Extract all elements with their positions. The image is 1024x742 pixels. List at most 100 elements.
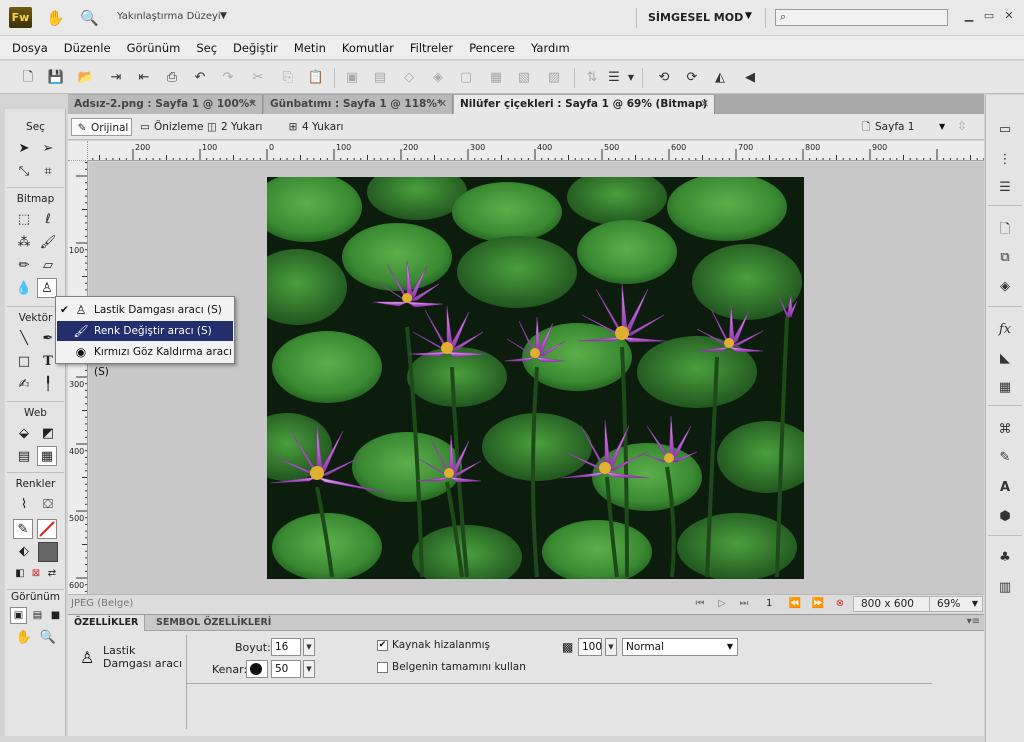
close-icon[interactable]: ✕ <box>248 95 257 114</box>
hide-slices-icon[interactable]: ▤ <box>14 447 34 467</box>
last-frame-icon[interactable]: ⏭ <box>737 598 751 609</box>
eyedropper-tool-icon[interactable]: ⌇ <box>14 495 34 515</box>
view-original-button[interactable]: ✎ Orijinal <box>71 118 133 136</box>
brush-tool-icon[interactable]: 🖌 <box>38 233 58 253</box>
hand-tool-icon[interactable]: ✋ <box>14 628 34 648</box>
pointer-tool-icon[interactable]: ➤ <box>14 139 34 159</box>
page-selector[interactable]: 🗋 Sayfa 1 <box>856 118 917 136</box>
history-panel-icon[interactable]: ⋮ <box>995 150 1015 170</box>
menu-metin[interactable]: Metin <box>286 36 334 60</box>
symbols-panel-icon[interactable]: ♣ <box>995 548 1015 568</box>
align-icon[interactable]: ☰ <box>605 69 623 87</box>
close-icon[interactable]: ✕ <box>438 95 447 114</box>
view-preview-button[interactable]: ▭ Önizleme <box>135 118 206 136</box>
pencil-tool-icon[interactable]: ✏ <box>14 256 34 276</box>
scale-tool-icon[interactable]: ⤡ <box>14 162 34 182</box>
line-tool-icon[interactable]: ╲ <box>14 329 34 349</box>
rectangle-tool-icon[interactable]: □ <box>14 352 34 372</box>
maximize-icon[interactable]: ▭ <box>982 9 996 23</box>
next-frame-icon[interactable]: ⏩ <box>811 598 825 609</box>
search-input[interactable]: ⌕ <box>775 9 948 26</box>
chevron-down-icon[interactable]: ▼ <box>745 11 752 21</box>
magic-wand-tool-icon[interactable]: ⁂ <box>14 233 34 253</box>
union-icon[interactable]: ▢ <box>457 69 475 87</box>
first-frame-icon[interactable]: ⏮ <box>693 598 707 609</box>
view-2up-button[interactable]: ◫ 2 Yukarı <box>202 118 265 136</box>
pages-panel-icon[interactable]: 🗋 <box>995 220 1015 240</box>
chevron-down-icon[interactable]: ▼ <box>939 122 945 131</box>
cut-icon[interactable]: ✂ <box>249 69 267 87</box>
flip-vertical-icon[interactable]: ◀ <box>741 69 759 87</box>
show-slices-icon[interactable]: ▦ <box>37 446 57 466</box>
redo-icon[interactable]: ↷ <box>219 69 237 87</box>
shapes-panel-icon[interactable]: ◣ <box>995 349 1015 369</box>
paste-icon[interactable]: 📋 <box>307 69 325 87</box>
play-icon[interactable]: ▷ <box>715 598 729 609</box>
join-icon[interactable]: ◇ <box>400 69 418 87</box>
hand-icon[interactable]: ✋ <box>46 9 65 27</box>
copy-icon[interactable]: ⎘ <box>279 69 297 87</box>
subselect-tool-icon[interactable]: ➢ <box>38 139 58 159</box>
export-icon[interactable]: ⇤ <box>135 69 153 87</box>
menu-gorunum[interactable]: Görünüm <box>119 36 189 60</box>
new-document-icon[interactable]: 🗋 <box>19 69 37 87</box>
slice-tool-icon[interactable]: ◩ <box>38 424 58 444</box>
rubber-stamp-tool-icon[interactable]: ♙ <box>37 278 57 298</box>
panel-menu-icon[interactable]: ▾≡ <box>967 616 980 627</box>
knife-tool-icon[interactable]: ╿ <box>38 375 58 395</box>
menu-sec[interactable]: Seç <box>188 36 225 60</box>
swap-colors-icon[interactable]: ⇄ <box>42 564 62 584</box>
tab-adsiz-2[interactable]: Adsız-2.png : Sayfa 1 @ 100%* ✕ <box>68 95 263 114</box>
fill-color-swatch[interactable] <box>37 519 57 539</box>
menu-degistir[interactable]: Değiştir <box>225 36 286 60</box>
tab-nilufer-cicekleri[interactable]: Nilüfer çiçekleri : Sayfa 1 @ 69% (Bitma… <box>454 95 715 114</box>
page-nav-icon[interactable]: ⇳ <box>957 119 967 133</box>
canvas-size-display[interactable]: 800 x 600 <box>853 596 930 612</box>
prev-frame-icon[interactable]: ⏪ <box>788 598 802 609</box>
align-source-checkbox[interactable]: ✔ <box>377 640 388 651</box>
menu-dosya[interactable]: Dosya <box>4 36 56 60</box>
arrange-icon[interactable]: ⇅ <box>583 69 601 87</box>
open-icon[interactable]: 📂 <box>77 69 95 87</box>
menu-duzenle[interactable]: Düzenle <box>56 36 119 60</box>
blend-mode-select[interactable]: Normal ▼ <box>622 638 738 656</box>
swatches-panel-icon[interactable]: ▦ <box>995 378 1015 398</box>
print-icon[interactable]: ⎙ <box>163 69 181 87</box>
marquee-tool-icon[interactable]: ⬚ <box>14 210 34 230</box>
flyout-item-rubber-stamp[interactable]: ✔ ♙ Lastik Damgası aracı (S) <box>57 300 233 320</box>
close-icon[interactable]: ✕ <box>1002 9 1016 23</box>
flyout-item-replace-color[interactable]: 🖌 Renk Değiştir aracı (S) <box>57 321 233 341</box>
full-screen-menu-icon[interactable]: ▤ <box>29 607 46 624</box>
zoom-level-label[interactable]: Yakınlaştırma Düzeyi <box>117 11 221 22</box>
size-dropdown[interactable]: ▼ <box>303 638 315 656</box>
edit-panel-icon[interactable]: ✎ <box>995 448 1015 468</box>
tab-symbol-properties[interactable]: SEMBOL ÖZELLİKLERİ <box>150 615 277 631</box>
zoom-icon[interactable]: 🔍 <box>80 9 99 27</box>
rotate-left-icon[interactable]: ⟲ <box>655 69 673 87</box>
chevron-down-icon[interactable]: ▼ <box>220 11 227 21</box>
3d-panel-icon[interactable]: ⬢ <box>995 507 1015 527</box>
opacity-input[interactable]: 100 <box>578 638 602 656</box>
fill-tool-icon[interactable]: ⬖ <box>14 542 34 562</box>
library-panel-icon[interactable]: ▥ <box>995 578 1015 598</box>
import-icon[interactable]: ⇥ <box>107 69 125 87</box>
opacity-dropdown[interactable]: ▼ <box>605 638 617 656</box>
edge-shape-swatch[interactable] <box>246 660 268 678</box>
path-panel-icon[interactable]: ⌘ <box>995 420 1015 440</box>
layers-panel-icon[interactable]: ◈ <box>995 277 1015 297</box>
edge-input[interactable]: 50 <box>271 660 301 678</box>
undo-icon[interactable]: ↶ <box>191 69 209 87</box>
lotus-photo[interactable] <box>267 177 804 579</box>
menu-komutlar[interactable]: Komutlar <box>334 36 402 60</box>
paint-bucket-tool-icon[interactable]: ⛋ <box>38 495 58 515</box>
tab-properties[interactable]: ÖZELLİKLER <box>68 615 146 631</box>
states-panel-icon[interactable]: ⧉ <box>995 248 1015 268</box>
save-icon[interactable]: 💾 <box>47 69 65 87</box>
tab-gunbatimi[interactable]: Günbatımı : Sayfa 1 @ 118%* ✕ <box>264 95 453 114</box>
full-screen-icon[interactable]: ■ <box>47 607 64 624</box>
freeform-tool-icon[interactable]: ✍ <box>14 375 34 395</box>
standard-screen-icon[interactable]: ▣ <box>10 607 27 624</box>
crop-tool-icon[interactable]: ⌗ <box>38 162 58 182</box>
close-icon[interactable]: ✕ <box>700 95 709 114</box>
use-entire-document-checkbox[interactable] <box>377 662 388 673</box>
